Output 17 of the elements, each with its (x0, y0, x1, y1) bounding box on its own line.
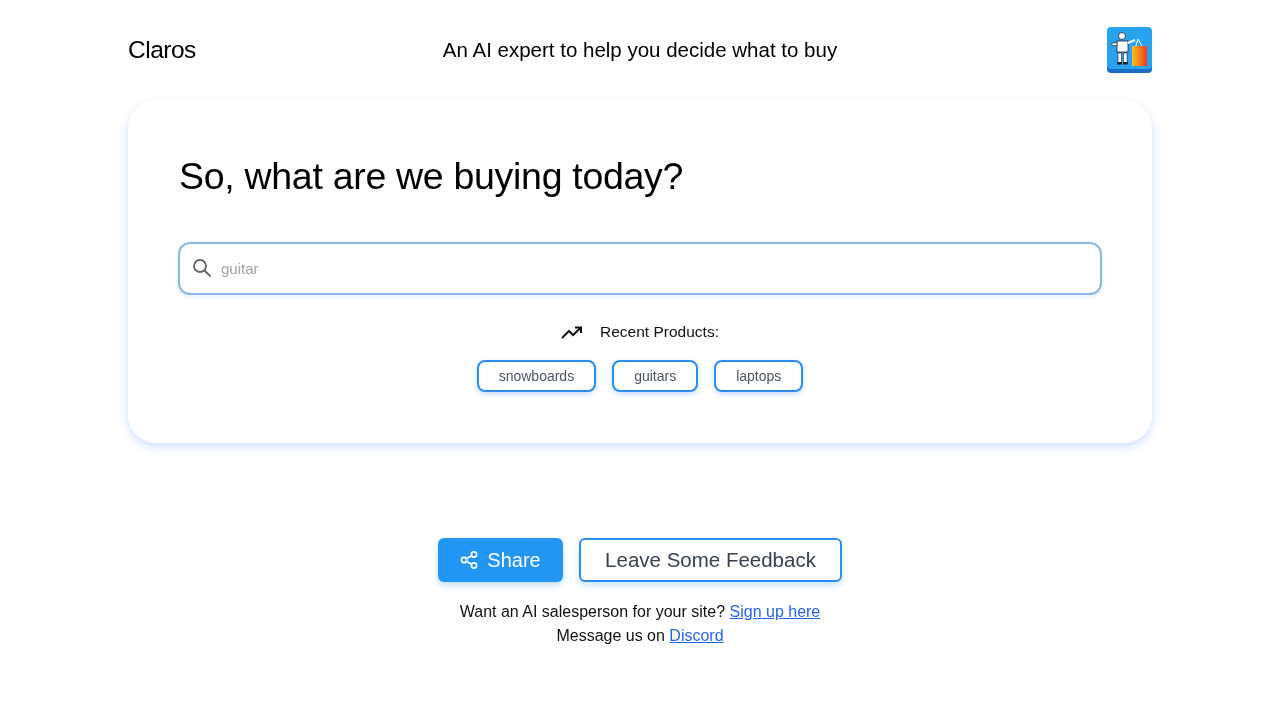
share-icon (460, 551, 479, 569)
brand-name: Claros (128, 34, 196, 65)
search-field[interactable]: guitar (178, 242, 1102, 295)
robot-shopping-bag-logo-icon (1107, 27, 1152, 73)
signup-text: Want an AI salesperson for your site? Sign up here (459, 602, 821, 622)
discord-text: Message us on Discord (556, 626, 724, 646)
discord-link[interactable]: Discord (669, 627, 724, 644)
recent-products-label: Recent Products: (600, 322, 719, 343)
recent-product-chip[interactable]: guitars (612, 360, 699, 392)
signup-link[interactable]: Sign up here (729, 603, 821, 620)
tagline: An AI expert to help you decide what to buy (442, 36, 838, 63)
search-icon (192, 258, 212, 278)
recent-product-chip[interactable]: snowboards (476, 360, 597, 392)
card-heading: So, what are we buying today? (178, 154, 684, 199)
trending-up-icon (561, 325, 584, 339)
recent-product-chip[interactable]: laptops (714, 360, 804, 392)
feedback-button[interactable]: Leave Some Feedback (579, 538, 842, 582)
